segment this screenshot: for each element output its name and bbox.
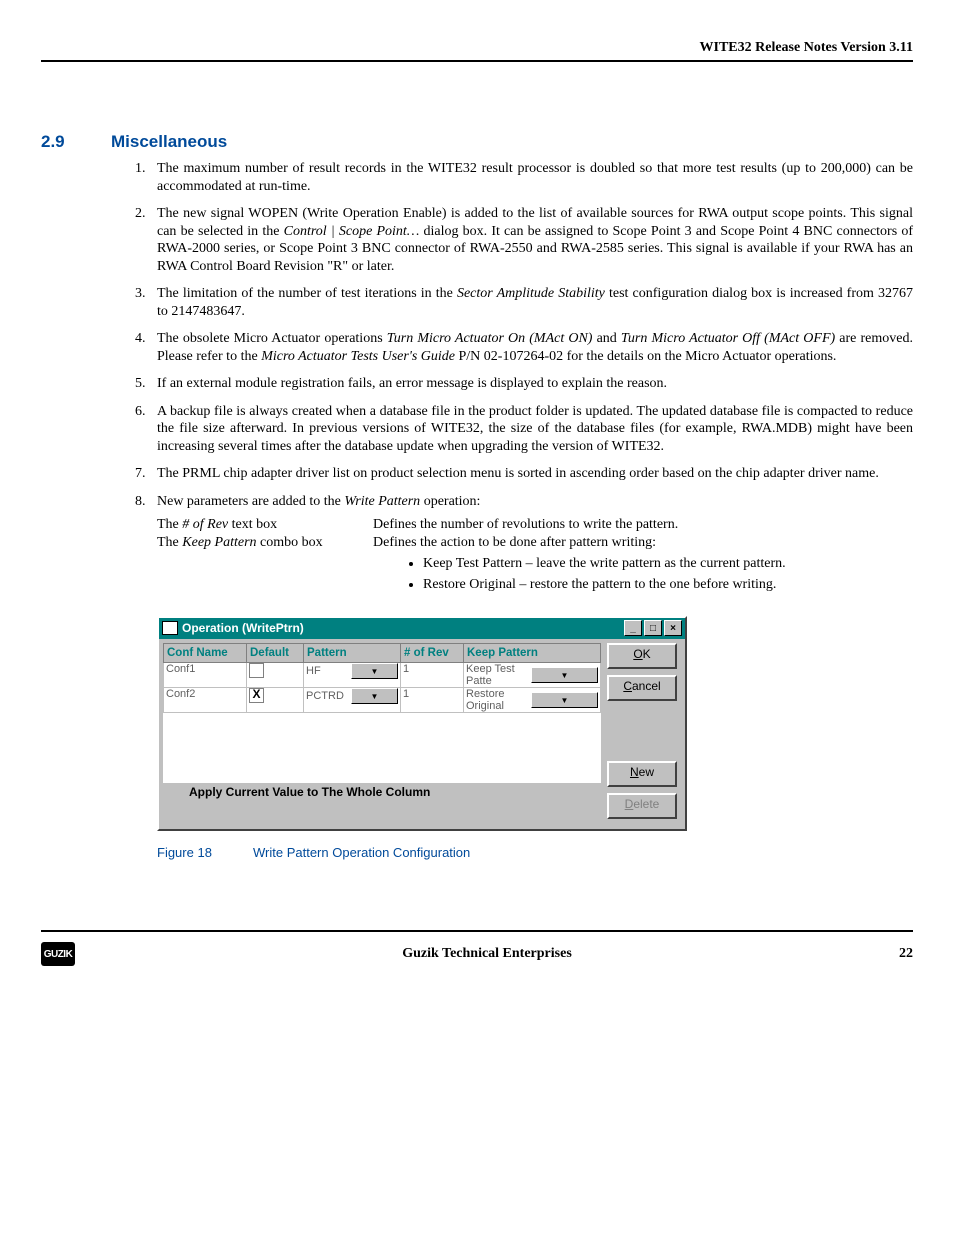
new-button[interactable]: New <box>607 761 677 787</box>
checkbox[interactable] <box>249 663 264 678</box>
footer-company: Guzik Technical Enterprises <box>75 946 899 962</box>
dialog-window: Operation (WritePtrn) _ □ × Conf Name De… <box>157 616 687 831</box>
col-header[interactable]: Pattern <box>304 644 401 663</box>
page-header: WITE32 Release Notes Version 3.11 <box>41 40 913 62</box>
list-item: The maximum number of result records in … <box>149 160 913 195</box>
list-item: The PRML chip adapter driver list on pro… <box>149 465 913 483</box>
list-item: New parameters are added to the Write Pa… <box>149 493 913 597</box>
logo: GUZIK <box>41 942 75 966</box>
page-number: 22 <box>899 946 913 962</box>
table-row[interactable]: Conf2 X PCTRD▼ 1 Restore Original▼ <box>164 688 601 713</box>
main-list: The maximum number of result records in … <box>41 160 913 596</box>
list-item: The new signal WOPEN (Write Operation En… <box>149 205 913 275</box>
maximize-icon[interactable]: □ <box>644 620 662 636</box>
list-item: If an external module registration fails… <box>149 375 913 393</box>
table-row[interactable]: Conf1 HF▼ 1 Keep Test Patte▼ <box>164 663 601 688</box>
delete-button[interactable]: Delete <box>607 793 677 819</box>
chevron-down-icon[interactable]: ▼ <box>531 667 598 683</box>
bullet-item: Keep Test Pattern – leave the write patt… <box>423 555 913 573</box>
checkbox[interactable]: X <box>249 688 264 703</box>
apply-label: Apply Current Value to The Whole Column <box>163 783 601 803</box>
section-title: Miscellaneous <box>111 132 227 152</box>
list-item: The limitation of the number of test ite… <box>149 285 913 320</box>
col-header[interactable]: Keep Pattern <box>464 644 601 663</box>
figure-caption: Figure 18Write Pattern Operation Configu… <box>157 845 913 860</box>
chevron-down-icon[interactable]: ▼ <box>351 663 398 679</box>
col-header[interactable]: Default <box>247 644 304 663</box>
cancel-button[interactable]: Cancel <box>607 675 677 701</box>
list-item: The obsolete Micro Actuator operations T… <box>149 330 913 365</box>
param-value: Defines the action to be done after patt… <box>373 534 913 597</box>
col-header[interactable]: # of Rev <box>401 644 464 663</box>
close-icon[interactable]: × <box>664 620 682 636</box>
config-table[interactable]: Conf Name Default Pattern # of Rev Keep … <box>163 643 601 783</box>
bullet-item: Restore Original – restore the pattern t… <box>423 576 913 594</box>
param-name: The Keep Pattern combo box <box>157 534 367 597</box>
section-number: 2.9 <box>41 132 111 152</box>
param-value: Defines the number of revolutions to wri… <box>373 516 913 534</box>
list-item: A backup file is always created when a d… <box>149 403 913 456</box>
param-name: The # of Rev text box <box>157 516 367 534</box>
ok-button[interactable]: OK <box>607 643 677 669</box>
col-header[interactable]: Conf Name <box>164 644 247 663</box>
chevron-down-icon[interactable]: ▼ <box>351 688 398 704</box>
dialog-title: Operation (WritePtrn) <box>182 621 304 635</box>
chevron-down-icon[interactable]: ▼ <box>531 692 598 708</box>
page-footer: GUZIK Guzik Technical Enterprises 22 <box>41 930 913 966</box>
minimize-icon[interactable]: _ <box>624 620 642 636</box>
dialog-titlebar[interactable]: Operation (WritePtrn) _ □ × <box>159 618 685 639</box>
app-icon <box>162 621 178 635</box>
